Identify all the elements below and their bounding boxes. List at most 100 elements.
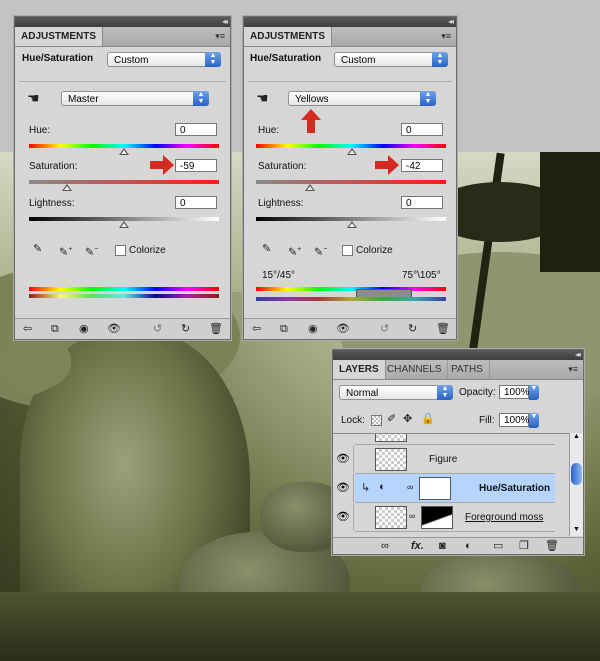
layer-thumbnail xyxy=(375,448,407,471)
fill-field[interactable]: 100% xyxy=(499,413,530,427)
tab-adjustments[interactable]: ADJUSTMENTS xyxy=(15,27,104,46)
output-spectrum-bar xyxy=(256,297,446,301)
lightness-slider-thumb[interactable] xyxy=(119,221,129,228)
opacity-dropdown[interactable]: ▼ xyxy=(529,385,539,400)
blend-mode-select[interactable]: Normal ▲ ▼ xyxy=(339,385,453,400)
input-spectrum-bar xyxy=(256,287,446,291)
layers-scrollbar[interactable]: ▲ ▼ xyxy=(569,433,583,536)
opacity-label: Opacity: xyxy=(459,387,496,398)
reset-icon[interactable]: ↺ xyxy=(153,323,162,336)
adjustment-icon: ◐ xyxy=(379,481,386,493)
panel-menu-icon[interactable]: ▾≡ xyxy=(215,31,225,42)
eyedropper-plus-icon[interactable]: ✎+ xyxy=(59,243,72,260)
adjustment-icon[interactable]: ◐ xyxy=(465,540,472,553)
back-arrow-icon[interactable]: ⇦ xyxy=(23,323,32,336)
eyedropper-icon[interactable]: ✎ xyxy=(33,243,42,256)
preset-select[interactable]: Custom ▲ ▼ xyxy=(107,52,221,67)
eyedropper-minus-icon[interactable]: ✎− xyxy=(85,243,98,260)
eyedropper-icon[interactable]: ✎ xyxy=(262,243,271,256)
clip-icon[interactable]: ⧉ xyxy=(51,323,59,336)
hue-field[interactable]: 0 xyxy=(401,123,443,136)
new-layer-icon[interactable]: ❐ xyxy=(519,540,529,553)
mask-icon[interactable]: ◙ xyxy=(439,540,446,553)
panel-footer: ⇦ ⧉ ◉ 👁 ↺ ↻ 🗑 xyxy=(15,318,230,339)
saturation-slider-thumb[interactable] xyxy=(62,184,72,191)
link-icon[interactable]: ∞ xyxy=(381,540,389,553)
panel-menu-icon[interactable]: ▾≡ xyxy=(568,364,578,375)
clip-arrow-icon: ↳ xyxy=(361,482,371,494)
lightness-label: Lightness: xyxy=(258,198,304,209)
eye-icon[interactable]: 👁 xyxy=(336,323,350,336)
eyedropper-plus-icon[interactable]: ✎+ xyxy=(288,243,301,260)
move-icon[interactable]: ✥ xyxy=(403,413,412,426)
fill-label: Fill: xyxy=(479,415,495,426)
panel-footer: ⇦ ⧉ ◉ 👁 ↺ ↻ 🗑 xyxy=(244,318,456,339)
refresh-icon[interactable]: ↻ xyxy=(181,323,190,336)
colorize-checkbox[interactable] xyxy=(115,245,126,256)
input-spectrum-bar xyxy=(29,287,219,291)
eye-icon[interactable]: 👁 xyxy=(333,445,354,473)
hue-label: Hue: xyxy=(29,125,51,136)
adjustment-title: Hue/Saturation xyxy=(250,53,322,64)
trash-icon[interactable]: 🗑 xyxy=(545,540,559,553)
hue-slider-thumb[interactable] xyxy=(347,148,357,155)
saturation-slider-thumb[interactable] xyxy=(305,184,315,191)
lock-icon[interactable]: 🔒 xyxy=(421,413,435,426)
range-left-label: 15°/45° xyxy=(262,270,296,281)
brush-icon[interactable]: ✐ xyxy=(387,413,396,426)
layers-footer: ∞ fx. ◙ ◐ ▭ ❐ 🗑 xyxy=(333,537,583,554)
link-icon[interactable]: ∞ xyxy=(407,481,413,494)
layer-name: Foreground moss xyxy=(465,512,544,523)
tab-layers[interactable]: LAYERS xyxy=(333,360,386,379)
folder-icon[interactable]: ▭ xyxy=(493,540,503,553)
visibility-icon[interactable]: ◉ xyxy=(308,323,318,336)
eyedropper-minus-icon[interactable]: ✎− xyxy=(314,243,327,260)
visibility-icon[interactable]: ◉ xyxy=(79,323,89,336)
eye-icon[interactable]: 👁 xyxy=(333,503,354,531)
eye-icon[interactable]: 👁 xyxy=(333,474,354,502)
fx-icon[interactable]: fx. xyxy=(411,540,424,553)
layer-name: Hue/Saturation xyxy=(479,483,551,494)
lock-transparent-icon[interactable] xyxy=(371,415,382,426)
back-arrow-icon[interactable]: ⇦ xyxy=(252,323,261,336)
hand-adjust-icon[interactable]: ☚ xyxy=(256,91,269,105)
layer-row-hue-saturation[interactable]: 👁 ↳ ◐ ∞ Hue/Saturation xyxy=(333,474,555,503)
refresh-icon[interactable]: ↻ xyxy=(408,323,417,336)
lightness-field[interactable]: 0 xyxy=(401,196,443,209)
hand-adjust-icon[interactable]: ☚ xyxy=(27,91,40,105)
tab-adjustments[interactable]: ADJUSTMENTS xyxy=(244,27,333,46)
lightness-field[interactable]: 0 xyxy=(175,196,217,209)
fill-dropdown[interactable]: ▼ xyxy=(529,413,539,428)
tab-channels[interactable]: CHANNELS xyxy=(381,360,449,379)
reset-icon[interactable]: ↺ xyxy=(380,323,389,336)
layer-row-figure[interactable]: 👁 Figure xyxy=(336,445,555,474)
output-spectrum-bar xyxy=(29,294,219,298)
trash-icon[interactable]: 🗑 xyxy=(436,323,450,336)
layer-mask-thumbnail xyxy=(421,506,453,529)
panel-menu-icon[interactable]: ▾≡ xyxy=(441,31,451,42)
eye-icon[interactable]: 👁 xyxy=(107,323,121,336)
hue-field[interactable]: 0 xyxy=(175,123,217,136)
saturation-slider[interactable] xyxy=(29,180,219,184)
layer-row-foreground-moss[interactable]: 👁 ∞ Foreground moss xyxy=(336,503,555,532)
range-right-label: 75°\105° xyxy=(402,270,441,281)
saturation-field[interactable]: -59 xyxy=(175,159,217,172)
preset-select[interactable]: Custom ▲ ▼ xyxy=(334,52,448,67)
channel-select[interactable]: Yellows ▲ ▼ xyxy=(288,91,436,106)
tab-paths[interactable]: PATHS xyxy=(445,360,490,379)
red-up-arrow-icon xyxy=(301,109,321,133)
saturation-slider[interactable] xyxy=(256,180,446,184)
hue-label: Hue: xyxy=(258,125,280,136)
clip-icon[interactable]: ⧉ xyxy=(280,323,288,336)
colorize-checkbox[interactable] xyxy=(342,245,353,256)
lightness-slider-thumb[interactable] xyxy=(347,221,357,228)
hue-slider-thumb[interactable] xyxy=(119,148,129,155)
trash-icon[interactable]: 🗑 xyxy=(209,323,223,336)
red-right-arrow-icon xyxy=(375,155,399,175)
layer-row-partial[interactable] xyxy=(355,434,555,445)
saturation-field[interactable]: -42 xyxy=(401,159,443,172)
opacity-field[interactable]: 100% xyxy=(499,385,530,399)
layer-list: 👁 Figure 👁 ↳ ◐ ∞ Hue/Saturation 👁 ∞ Fore… xyxy=(333,433,569,537)
channel-select[interactable]: Master ▲ ▼ xyxy=(61,91,209,106)
link-icon[interactable]: ∞ xyxy=(409,510,415,523)
